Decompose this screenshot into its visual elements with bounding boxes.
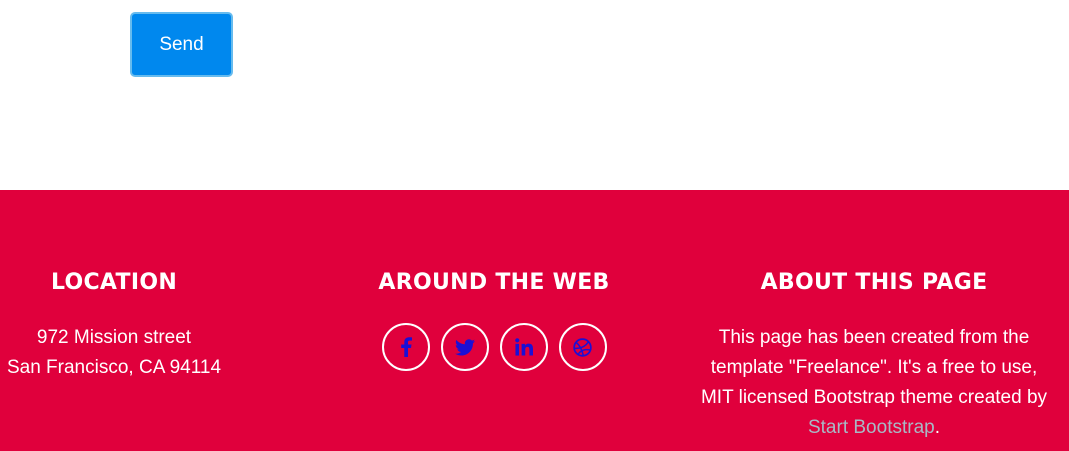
social-links: [354, 323, 634, 371]
contact-form-area: Send: [0, 0, 1069, 190]
facebook-button[interactable]: [381, 323, 430, 371]
address-line-2: San Francisco, CA 94114: [6, 357, 222, 378]
facebook-icon: [400, 337, 412, 357]
location-address: 972 Mission street San Francisco, CA 941…: [0, 323, 228, 383]
around-the-web-section: AROUND THE WEB: [354, 268, 634, 371]
twitter-icon: [454, 338, 475, 355]
about-section: ABOUT THIS PAGE This page has been creat…: [700, 268, 1048, 443]
dribbble-button[interactable]: [558, 323, 607, 371]
linkedin-button[interactable]: [499, 323, 548, 371]
about-text-end: .: [934, 417, 940, 438]
dribbble-icon: [573, 337, 592, 357]
twitter-button[interactable]: [440, 323, 489, 371]
about-text: This page has been created from the temp…: [700, 323, 1048, 443]
around-the-web-heading: AROUND THE WEB: [378, 270, 610, 295]
about-text-body: This page has been created from the temp…: [700, 327, 1048, 408]
send-button[interactable]: Send: [130, 12, 233, 77]
address-line-1: 972 Mission street: [36, 327, 192, 348]
about-heading: ABOUT THIS PAGE: [760, 270, 988, 295]
location-heading: LOCATION: [50, 270, 178, 295]
location-section: LOCATION 972 Mission street San Francisc…: [0, 268, 228, 383]
linkedin-icon: [514, 338, 533, 356]
start-bootstrap-link[interactable]: Start Bootstrap: [808, 417, 935, 438]
footer: LOCATION 972 Mission street San Francisc…: [0, 190, 1069, 451]
